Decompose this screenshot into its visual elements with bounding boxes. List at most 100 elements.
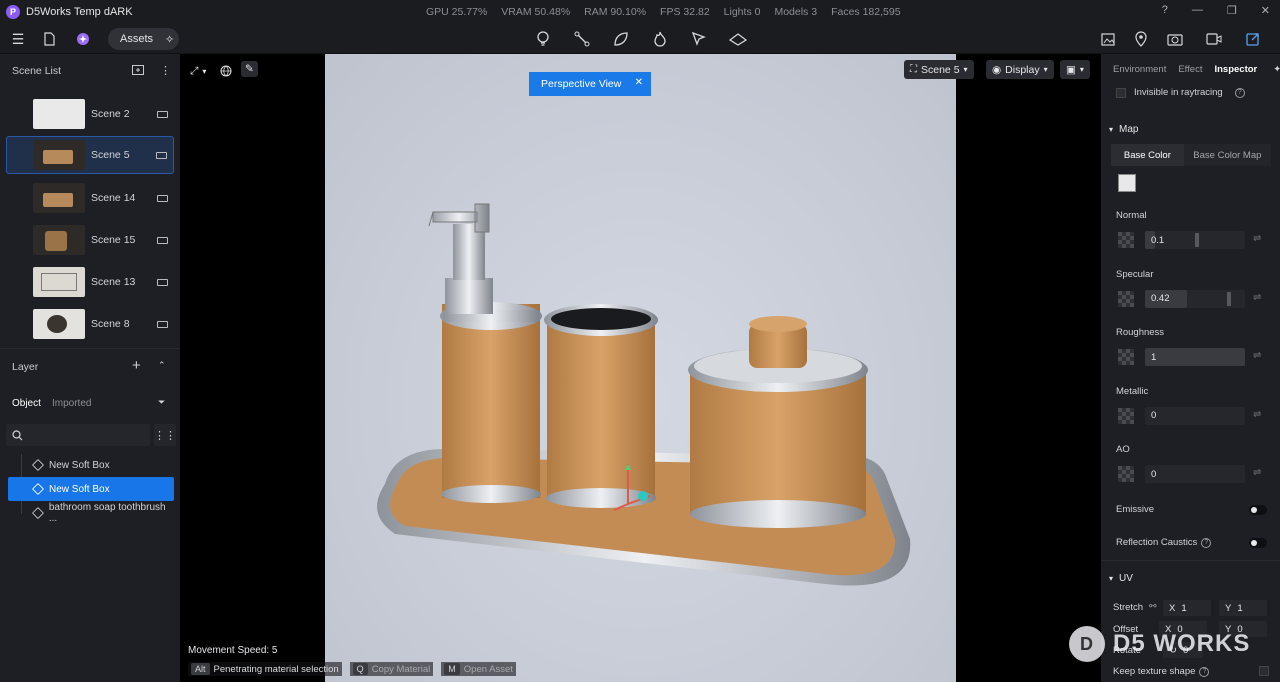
close-icon[interactable]: ✕ [635, 77, 643, 88]
stretch-x-field[interactable]: X1 [1163, 600, 1211, 616]
leaf-icon[interactable] [610, 28, 632, 50]
texture-slot-icon[interactable] [1118, 407, 1134, 424]
close-icon[interactable]: ✕ [1261, 4, 1270, 17]
map-section-header[interactable]: ▾ Map [1101, 117, 1280, 141]
ai-assistant-icon[interactable] [72, 28, 94, 50]
texture-slot-icon[interactable] [1118, 290, 1134, 307]
scene-item[interactable]: Scene 13 [6, 263, 174, 301]
new-file-icon[interactable] [38, 28, 60, 50]
add-scene-icon[interactable] [132, 65, 144, 78]
tab-inspector[interactable]: Inspector [1214, 64, 1257, 75]
texture-slot-icon[interactable] [1118, 349, 1134, 365]
help-icon[interactable]: ? [1199, 666, 1210, 677]
param-slider[interactable]: 0 [1145, 465, 1245, 483]
layer-item[interactable]: New Soft Box [8, 453, 174, 477]
cube-icon [31, 482, 45, 496]
camera-icon[interactable] [157, 110, 168, 118]
video-icon[interactable] [1203, 28, 1225, 50]
camera-icon[interactable] [157, 194, 168, 202]
help-icon[interactable]: ? [1234, 87, 1245, 98]
texture-slot-icon[interactable] [1118, 232, 1134, 248]
link-icon[interactable]: ⇌ [1253, 409, 1261, 420]
render-view[interactable] [325, 54, 956, 682]
viewport[interactable]: ⤢ ▾ ✎ Perspective View ✕ ⛶ Scene 5 ▾ ◉ Di… [180, 54, 1101, 682]
texture-slot-icon[interactable] [1118, 466, 1134, 482]
param-slider[interactable]: 1 [1145, 348, 1245, 366]
link-icon[interactable]: ⇌ [1253, 233, 1261, 244]
image-export-icon[interactable] [1098, 28, 1120, 50]
chevron-down-icon: ▾ [202, 66, 207, 76]
watermark-text: D5 WORKS [1113, 630, 1251, 657]
fire-icon[interactable] [649, 28, 671, 50]
grid-view-icon[interactable]: ⋮⋮ [154, 424, 176, 446]
search-icon [12, 429, 23, 440]
link-icon[interactable]: ⚯ [1149, 601, 1157, 612]
slider-handle[interactable] [1227, 291, 1231, 306]
scene-item[interactable]: Scene 15 [6, 221, 174, 259]
param-slider[interactable]: 0 [1145, 406, 1245, 425]
param-slider[interactable]: 0.42 [1145, 289, 1245, 308]
filter-icon[interactable]: ⏷ [158, 397, 165, 408]
globe-icon[interactable] [220, 62, 232, 80]
link-icon[interactable]: ⇌ [1253, 467, 1261, 478]
layer-item-active[interactable]: New Soft Box [8, 477, 174, 501]
scene-selector[interactable]: ⛶ Scene 5 ▾ [904, 60, 974, 79]
share-icon[interactable] [1242, 28, 1264, 50]
reflection-caustics-label: Reflection Caustics [1116, 537, 1198, 548]
layer-item[interactable]: bathroom soap toothbrush ... [8, 501, 174, 525]
chevron-down-icon: ▾ [1109, 573, 1114, 583]
help-icon[interactable]: ? [1162, 4, 1168, 17]
reflection-caustics-toggle[interactable] [1249, 538, 1267, 548]
param-value: 1 [1151, 351, 1157, 363]
scene-item[interactable]: Scene 14 [6, 179, 174, 217]
tab-effect[interactable]: Effect [1178, 64, 1202, 75]
base-color-swatch[interactable] [1118, 174, 1136, 192]
stretch-y-field[interactable]: Y1 [1219, 600, 1267, 616]
hint-copy-material: Q Copy Material [349, 662, 434, 676]
pin-icon[interactable]: ✦ [1273, 64, 1280, 75]
invisible-raytracing-checkbox[interactable] [1116, 87, 1126, 98]
uv-section-header[interactable]: ▾ UV [1101, 566, 1280, 590]
light-bulb-icon[interactable] [532, 28, 554, 50]
location-pin-icon[interactable] [1130, 28, 1152, 50]
emissive-toggle[interactable] [1249, 505, 1267, 515]
camera-icon[interactable] [156, 151, 167, 159]
invisible-raytracing-row: Invisible in raytracing ? [1116, 87, 1280, 98]
slider-handle[interactable] [1195, 233, 1199, 247]
right-panel: Environment Effect Inspector ✦ Invisible… [1101, 54, 1280, 682]
path-icon[interactable] [571, 28, 593, 50]
param-slider[interactable]: 0.1 [1145, 231, 1245, 249]
scene-item-active[interactable]: Scene 5 [6, 136, 174, 174]
minimize-icon[interactable]: — [1192, 4, 1203, 17]
display-menu[interactable]: ◉ Display ▾ [986, 60, 1054, 79]
tab-base-color[interactable]: Base Color [1111, 144, 1184, 166]
maximize-icon[interactable]: ❐ [1227, 4, 1237, 17]
tab-object[interactable]: Object [12, 398, 41, 409]
hint-key: Q [352, 663, 368, 675]
camera-icon[interactable] [157, 320, 168, 328]
help-icon[interactable]: ? [1201, 537, 1212, 548]
camera-icon[interactable] [1164, 28, 1186, 50]
tab-imported[interactable]: Imported [52, 398, 91, 409]
tab-environment[interactable]: Environment [1113, 64, 1166, 75]
perspective-view-button[interactable]: Perspective View ✕ [529, 72, 651, 96]
terrain-icon[interactable] [727, 28, 749, 50]
menu-icon[interactable]: ☰ [7, 28, 29, 50]
render-settings-menu[interactable]: ▣ ▾ [1060, 60, 1090, 79]
assets-button[interactable]: Assets ✧ [108, 28, 179, 50]
cursor-select-icon[interactable] [688, 28, 710, 50]
scene-item[interactable]: Scene 2 [6, 95, 174, 133]
camera-icon[interactable] [157, 236, 168, 244]
link-icon[interactable]: ⇌ [1253, 350, 1261, 361]
collapse-icon[interactable]: ⌃ [158, 360, 166, 371]
scene-item[interactable]: Scene 8 [6, 305, 174, 343]
camera-icon[interactable] [157, 278, 168, 286]
more-options-icon[interactable]: ⋮ [160, 64, 171, 77]
tab-base-color-map[interactable]: Base Color Map [1184, 144, 1271, 166]
pen-icon[interactable]: ✎ [241, 61, 258, 77]
layer-search-input[interactable] [6, 424, 150, 446]
link-icon[interactable]: ⇌ [1253, 292, 1261, 303]
transform-tool-button[interactable]: ⤢ ▾ [190, 62, 206, 80]
keep-texture-checkbox[interactable] [1259, 666, 1269, 676]
add-layer-icon[interactable]: + [132, 357, 141, 374]
